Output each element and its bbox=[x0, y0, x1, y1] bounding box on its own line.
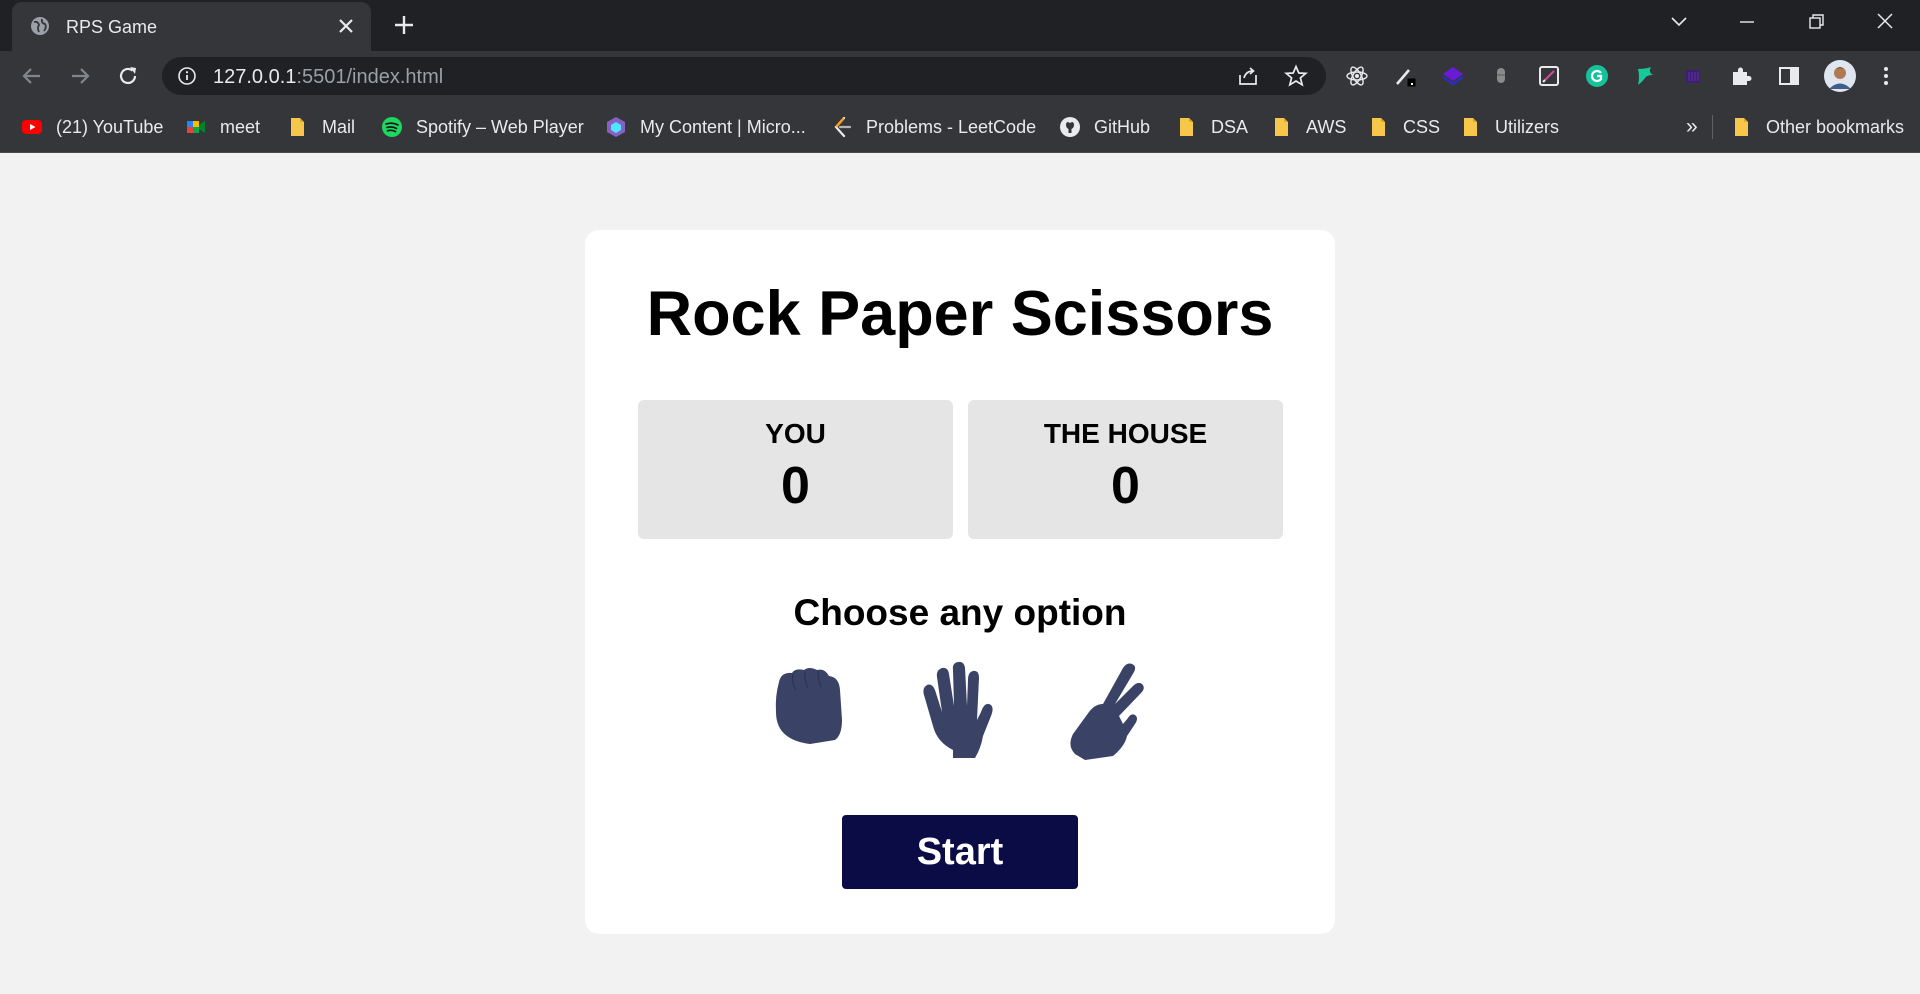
spotify-icon bbox=[382, 117, 402, 137]
extensions-puzzle-icon[interactable] bbox=[1729, 64, 1753, 88]
notes-extension-icon[interactable] bbox=[1537, 64, 1561, 88]
bookmark-leetcode[interactable]: Problems - LeetCode bbox=[831, 114, 1036, 140]
url-path: :5501/index.html bbox=[296, 66, 444, 88]
page-title: Rock Paper Scissors bbox=[646, 279, 1274, 349]
bookmark-label: (21) YouTube bbox=[56, 116, 164, 137]
bookmark-label: Problems - LeetCode bbox=[866, 116, 1037, 137]
microsoft-learn-icon bbox=[607, 117, 625, 137]
youtube-icon bbox=[22, 120, 42, 134]
player-score-value: 0 bbox=[781, 457, 810, 515]
bookmark-youtube[interactable]: (21) YouTube bbox=[21, 114, 163, 140]
bookmark-github[interactable]: GitHub bbox=[1059, 114, 1150, 140]
bookmark-aws[interactable]: AWS bbox=[1271, 114, 1346, 140]
site-info-icon[interactable] bbox=[178, 67, 196, 85]
menu-kebab-icon[interactable] bbox=[1874, 64, 1898, 88]
folder-icon bbox=[1735, 118, 1748, 136]
bookmark-label: Other bookmarks bbox=[1766, 116, 1905, 137]
other-bookmarks[interactable]: Other bookmarks bbox=[1731, 114, 1904, 140]
dolphin-extension-icon[interactable] bbox=[1633, 64, 1657, 88]
minimize-icon[interactable] bbox=[1732, 10, 1762, 34]
bookmark-label: My Content | Micro... bbox=[640, 116, 806, 137]
layers-extension-icon[interactable] bbox=[1441, 64, 1465, 88]
reload-icon[interactable] bbox=[116, 64, 140, 88]
bookmark-utilizers[interactable]: Utilizers bbox=[1460, 114, 1559, 140]
close-tab-icon[interactable] bbox=[335, 15, 357, 37]
bookmark-label: GitHub bbox=[1094, 116, 1151, 137]
restore-icon[interactable] bbox=[1801, 10, 1831, 34]
github-icon bbox=[1060, 117, 1080, 137]
bookmark-css[interactable]: CSS bbox=[1368, 114, 1440, 140]
bookmark-mail[interactable]: Mail bbox=[287, 114, 355, 140]
bookmark-label: meet bbox=[220, 116, 261, 137]
tab-strip: RPS Game bbox=[0, 0, 1920, 51]
bookmark-meet[interactable]: meet bbox=[185, 114, 260, 140]
start-button[interactable]: Start bbox=[842, 815, 1078, 889]
profile-avatar[interactable] bbox=[1824, 60, 1856, 92]
bookmark-label: Mail bbox=[322, 116, 356, 137]
sound-extension-icon[interactable] bbox=[1681, 64, 1705, 88]
color-picker-icon[interactable] bbox=[1393, 64, 1417, 88]
side-panel-icon[interactable] bbox=[1777, 64, 1801, 88]
meet-icon bbox=[187, 121, 205, 133]
folder-icon bbox=[1180, 118, 1193, 136]
new-tab-icon[interactable] bbox=[392, 13, 416, 37]
bookmark-star-icon[interactable] bbox=[1284, 64, 1308, 88]
react-devtools-icon[interactable] bbox=[1345, 64, 1369, 88]
globe-icon bbox=[31, 17, 49, 35]
more-bookmarks-button[interactable]: » bbox=[1686, 114, 1698, 140]
player-score-label: YOU bbox=[765, 418, 826, 449]
bookmark-label: DSA bbox=[1211, 116, 1249, 137]
url-host: 127.0.0.1 bbox=[213, 66, 297, 88]
folder-icon bbox=[1372, 118, 1385, 136]
share-icon[interactable] bbox=[1237, 65, 1259, 87]
tab-search-icon[interactable] bbox=[1664, 10, 1694, 34]
browser-tab[interactable]: RPS Game bbox=[12, 2, 371, 51]
browser-toolbar: 127.0.0.1:5501/index.html bbox=[0, 51, 1920, 101]
tab-title: RPS Game bbox=[66, 17, 158, 37]
bookmarks-bar: (21) YouTube meet Mail Spotify – Web Pla… bbox=[0, 101, 1920, 153]
back-icon[interactable] bbox=[20, 64, 44, 88]
mouse-extension-icon[interactable] bbox=[1489, 64, 1513, 88]
folder-icon bbox=[291, 118, 304, 136]
house-score-label: THE HOUSE bbox=[1043, 418, 1208, 449]
paper-icon[interactable] bbox=[915, 660, 1005, 760]
bookmark-spotify[interactable]: Spotify – Web Player bbox=[381, 114, 584, 140]
address-bar[interactable]: 127.0.0.1:5501/index.html bbox=[162, 57, 1326, 95]
leetcode-icon bbox=[834, 116, 852, 138]
bookmark-label: AWS bbox=[1306, 116, 1347, 137]
choose-prompt: Choose any option bbox=[793, 592, 1127, 633]
bookmarks-separator bbox=[1712, 115, 1713, 139]
folder-icon bbox=[1275, 118, 1288, 136]
grammarly-icon[interactable] bbox=[1585, 64, 1609, 88]
scissors-icon[interactable] bbox=[1065, 660, 1155, 760]
bookmark-label: Spotify – Web Player bbox=[416, 116, 584, 137]
game-card: Rock Paper Scissors YOU 0 THE HOUSE 0 Ch… bbox=[585, 230, 1335, 934]
bookmark-label: Utilizers bbox=[1495, 116, 1560, 137]
bookmark-my-content[interactable]: My Content | Micro... bbox=[605, 114, 806, 140]
close-window-icon[interactable] bbox=[1870, 10, 1900, 34]
forward-icon[interactable] bbox=[68, 64, 92, 88]
house-score-value: 0 bbox=[1111, 457, 1140, 515]
folder-icon bbox=[1464, 118, 1477, 136]
house-score-box: THE HOUSE 0 bbox=[968, 400, 1283, 539]
url-text: 127.0.0.1:5501/index.html bbox=[213, 66, 443, 89]
rock-icon[interactable] bbox=[765, 660, 855, 760]
player-score-box: YOU 0 bbox=[638, 400, 953, 539]
bookmark-label: CSS bbox=[1403, 116, 1441, 137]
bookmark-dsa[interactable]: DSA bbox=[1176, 114, 1248, 140]
